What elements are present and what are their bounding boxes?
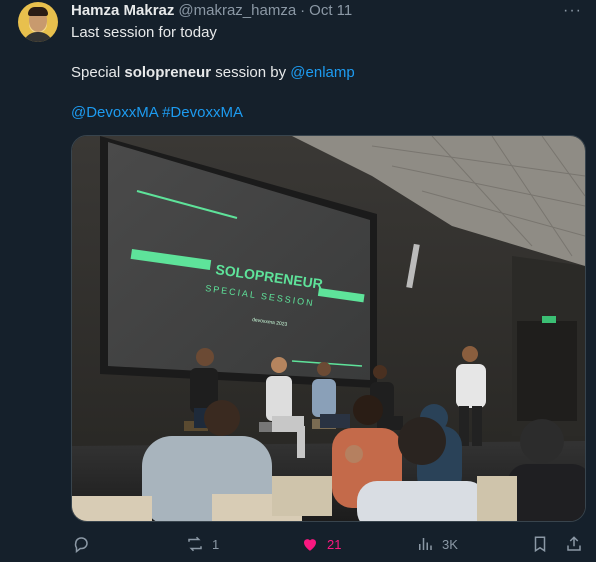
- bookmark-button[interactable]: [531, 530, 549, 558]
- bookmark-icon: [534, 536, 546, 553]
- author-handle[interactable]: @makraz_hamza: [178, 2, 296, 19]
- tweet-photo[interactable]: SOLOPRENEUR SPECIAL SESSION devoxxma 202…: [71, 135, 586, 522]
- heart-icon: [304, 539, 316, 551]
- exit-sign: [542, 316, 556, 323]
- text-middle: session by: [211, 64, 291, 81]
- tweet-text-line2: Special solopreneur session by @enlamp: [71, 63, 355, 83]
- action-bar: 1 21 3K: [0, 530, 596, 558]
- mention-link[interactable]: @enlamp: [290, 64, 354, 81]
- avatar[interactable]: [18, 2, 58, 42]
- separator-dot: ·: [300, 2, 306, 19]
- reply-button[interactable]: [72, 530, 98, 558]
- tweet-text-line1: Last session for today: [71, 24, 217, 41]
- like-count: 21: [327, 536, 342, 552]
- hashtag-devoxxma-link[interactable]: #DevoxxMA: [162, 104, 243, 121]
- views-button[interactable]: 3K: [416, 530, 458, 558]
- views-chart-icon: [419, 538, 432, 550]
- side-door: [517, 321, 577, 421]
- more-options-icon[interactable]: ···: [563, 2, 582, 20]
- share-button[interactable]: [565, 530, 583, 558]
- text-prefix: Special: [71, 64, 125, 81]
- share-icon: [567, 536, 581, 551]
- photo-scene: SOLOPRENEUR SPECIAL SESSION devoxxma 202…: [72, 136, 585, 521]
- tweet-date[interactable]: Oct 11: [309, 2, 352, 19]
- text-bold-word: solopreneur: [124, 64, 212, 81]
- author-name[interactable]: Hamza Makraz: [71, 2, 174, 19]
- like-button[interactable]: 21: [301, 530, 341, 558]
- reply-icon: [74, 537, 88, 553]
- tweet: Hamza Makraz @makraz_hamza · Oct 11 ··· …: [0, 0, 596, 562]
- retweet-button[interactable]: 1: [186, 530, 219, 558]
- avatar-shirt: [23, 32, 53, 42]
- retweet-count: 1: [212, 536, 220, 552]
- avatar-hair: [28, 7, 48, 16]
- mention-devoxxma-link[interactable]: @DevoxxMA: [71, 104, 158, 121]
- retweet-icon: [188, 536, 202, 552]
- tweet-hashtags: @DevoxxMA #DevoxxMA: [71, 103, 243, 123]
- views-count: 3K: [442, 536, 458, 552]
- tweet-header: Hamza Makraz @makraz_hamza · Oct 11: [71, 2, 352, 22]
